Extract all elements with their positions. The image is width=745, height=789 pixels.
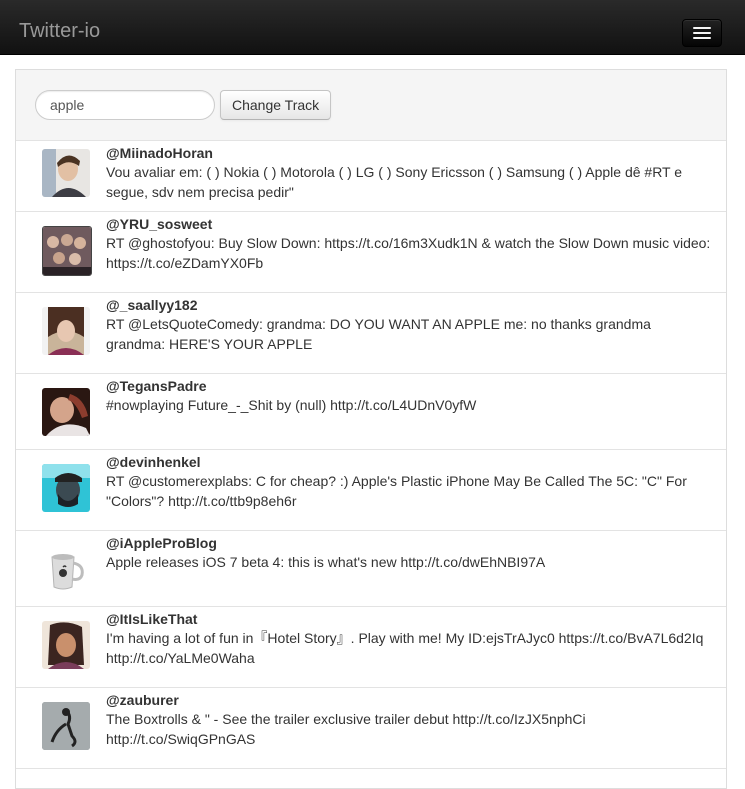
tweet-body: @MiinadoHoran Vou avaliar em: ( ) Nokia … bbox=[106, 144, 712, 202]
avatar bbox=[42, 226, 92, 276]
track-search-input[interactable] bbox=[35, 90, 215, 120]
tweet-handle[interactable]: @devinhenkel bbox=[106, 453, 712, 471]
change-track-button[interactable]: Change Track bbox=[220, 90, 332, 120]
hamburger-icon bbox=[693, 27, 711, 29]
avatar bbox=[42, 464, 90, 512]
navbar: Twitter-io bbox=[0, 0, 745, 55]
track-form: Change Track bbox=[16, 70, 726, 141]
tweet-body: @iAppleProBlog Apple releases iOS 7 beta… bbox=[106, 534, 712, 572]
hamburger-icon-bar bbox=[693, 37, 711, 39]
tweet-handle[interactable]: @_saallyy182 bbox=[106, 296, 712, 314]
tweet-handle[interactable]: @zauburer bbox=[106, 691, 712, 709]
hamburger-icon-bar bbox=[693, 32, 711, 34]
tweet-text: RT @LetsQuoteComedy: grandma: DO YOU WAN… bbox=[106, 316, 651, 352]
tweet-text: The Boxtrolls & " - See the trailer excl… bbox=[106, 711, 586, 747]
tweet-handle[interactable]: @iAppleProBlog bbox=[106, 534, 712, 552]
app-brand[interactable]: Twitter-io bbox=[19, 20, 100, 43]
tweet-row: @devinhenkel RT @customerexplabs: C for … bbox=[16, 450, 726, 531]
tweet-text: Vou avaliar em: ( ) Nokia ( ) Motorola (… bbox=[106, 164, 683, 200]
tweet-handle[interactable]: @YRU_sosweet bbox=[106, 215, 712, 233]
tweet-body: @_saallyy182 RT @LetsQuoteComedy: grandm… bbox=[106, 296, 712, 354]
avatar bbox=[42, 702, 90, 750]
tweet-row: @YRU_sosweet RT @ghostofyou: Buy Slow Do… bbox=[16, 212, 726, 293]
tweet-text: #nowplaying Future_-_Shit by (null) http… bbox=[106, 397, 477, 413]
tweet-body: @TegansPadre #nowplaying Future_-_Shit b… bbox=[106, 377, 712, 415]
avatar bbox=[42, 307, 90, 355]
menu-toggle-button[interactable] bbox=[682, 19, 722, 47]
tweet-text: RT @ghostofyou: Buy Slow Down: https://t… bbox=[106, 235, 711, 271]
tweet-row: @zauburer The Boxtrolls & " - See the tr… bbox=[16, 688, 726, 769]
avatar bbox=[42, 388, 90, 436]
tweet-row: @iAppleProBlog Apple releases iOS 7 beta… bbox=[16, 531, 726, 607]
tweet-body: @zauburer The Boxtrolls & " - See the tr… bbox=[106, 691, 712, 749]
tweet-body: @YRU_sosweet RT @ghostofyou: Buy Slow Do… bbox=[106, 215, 712, 273]
tweet-text: Apple releases iOS 7 beta 4: this is wha… bbox=[106, 554, 546, 570]
tweet-handle[interactable]: @ItIsLikeThat bbox=[106, 610, 712, 628]
tweet-row: @MiinadoHoran Vou avaliar em: ( ) Nokia … bbox=[16, 141, 726, 212]
avatar bbox=[42, 545, 90, 593]
avatar bbox=[42, 621, 90, 669]
tweet-handle[interactable]: @MiinadoHoran bbox=[106, 144, 712, 162]
tweet-text: I'm having a lot of fun in『Hotel Story』.… bbox=[106, 630, 704, 666]
tweet-row: @ItIsLikeThat I'm having a lot of fun in… bbox=[16, 607, 726, 688]
tweet-row: @TegansPadre #nowplaying Future_-_Shit b… bbox=[16, 374, 726, 450]
tweet-body: @devinhenkel RT @customerexplabs: C for … bbox=[106, 453, 712, 511]
tweet-row: @_saallyy182 RT @LetsQuoteComedy: grandm… bbox=[16, 293, 726, 374]
avatar bbox=[42, 149, 90, 197]
tweet-body: @ItIsLikeThat I'm having a lot of fun in… bbox=[106, 610, 712, 668]
tweet-panel: Change Track @MiinadoHoran Vou avaliar e… bbox=[15, 69, 727, 789]
tweet-handle[interactable]: @TegansPadre bbox=[106, 377, 712, 395]
tweet-text: RT @customerexplabs: C for cheap? :) App… bbox=[106, 473, 687, 509]
